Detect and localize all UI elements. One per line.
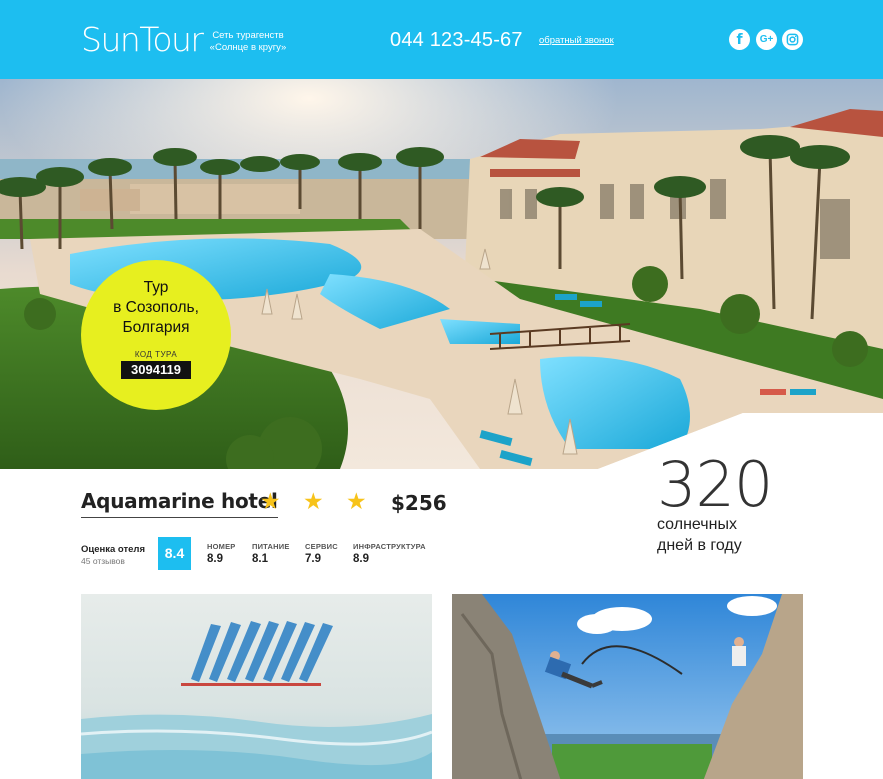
tour-badge: Тур в Созополь, Болгария КОД ТУРА 309411… bbox=[81, 260, 231, 410]
sunny-days-text: солнечных дней в году bbox=[657, 514, 742, 556]
sunny-days-line2: дней в году bbox=[657, 537, 742, 554]
metric-value: 8.9 bbox=[207, 553, 223, 565]
metric-label: СЕРВИС bbox=[305, 542, 338, 551]
star-icon: ★ bbox=[346, 488, 367, 514]
metric-infrastructure: ИНФРАСТРУКТУРА 8.9 bbox=[353, 542, 426, 565]
tour-title-line2: в Созополь, bbox=[113, 299, 199, 316]
tour-title-line1: Тур bbox=[143, 279, 169, 296]
beach-photo[interactable] bbox=[81, 594, 432, 779]
rating-badge: 8.4 bbox=[158, 537, 191, 570]
metric-label: НОМЕР bbox=[207, 542, 236, 551]
metric-service: СЕРВИС 7.9 bbox=[305, 542, 338, 565]
tagline: Сеть турагенств «Солнце в кругу» bbox=[209, 30, 287, 53]
reviews-count[interactable]: 45 отзывов bbox=[81, 556, 125, 566]
instagram-icon[interactable] bbox=[782, 29, 803, 50]
metric-label: ИНФРАСТРУКТУРА bbox=[353, 542, 426, 551]
hero-image: Тур в Созополь, Болгария КОД ТУРА 309411… bbox=[0, 79, 883, 469]
hotel-name[interactable]: Aquamarine hotel bbox=[81, 489, 278, 518]
tour-title: Тур в Созополь, Болгария bbox=[81, 278, 231, 338]
facebook-icon[interactable]: f bbox=[729, 29, 750, 50]
star-icon: ★ bbox=[260, 488, 281, 514]
rating-label: Оценка отеля bbox=[81, 544, 146, 555]
sunny-days-line1: солнечных bbox=[657, 516, 737, 533]
tour-title-line3: Болгария bbox=[122, 319, 190, 336]
logo[interactable]: SunTour bbox=[81, 20, 204, 59]
metric-value: 7.9 bbox=[305, 553, 321, 565]
metric-room: НОМЕР 8.9 bbox=[207, 542, 236, 565]
site-header: SunTour Сеть турагенств «Солнце в кругу»… bbox=[0, 0, 883, 79]
metric-food: ПИТАНИЕ 8.1 bbox=[252, 542, 290, 565]
phone-number[interactable]: 044 123-45-67 bbox=[390, 29, 523, 52]
price: $256 bbox=[391, 491, 447, 515]
metric-value: 8.9 bbox=[353, 553, 369, 565]
metric-value: 8.1 bbox=[252, 553, 268, 565]
tour-code: 3094119 bbox=[121, 361, 191, 379]
googleplus-icon[interactable]: G+ bbox=[756, 29, 777, 50]
callback-link[interactable]: обратный звонок bbox=[539, 35, 614, 46]
tour-code-label: КОД ТУРА bbox=[134, 350, 178, 359]
star-icon: ★ bbox=[303, 488, 324, 514]
ziplining-photo[interactable] bbox=[452, 594, 803, 779]
metric-label: ПИТАНИЕ bbox=[252, 542, 290, 551]
sunny-days-number: 320 bbox=[657, 448, 773, 521]
